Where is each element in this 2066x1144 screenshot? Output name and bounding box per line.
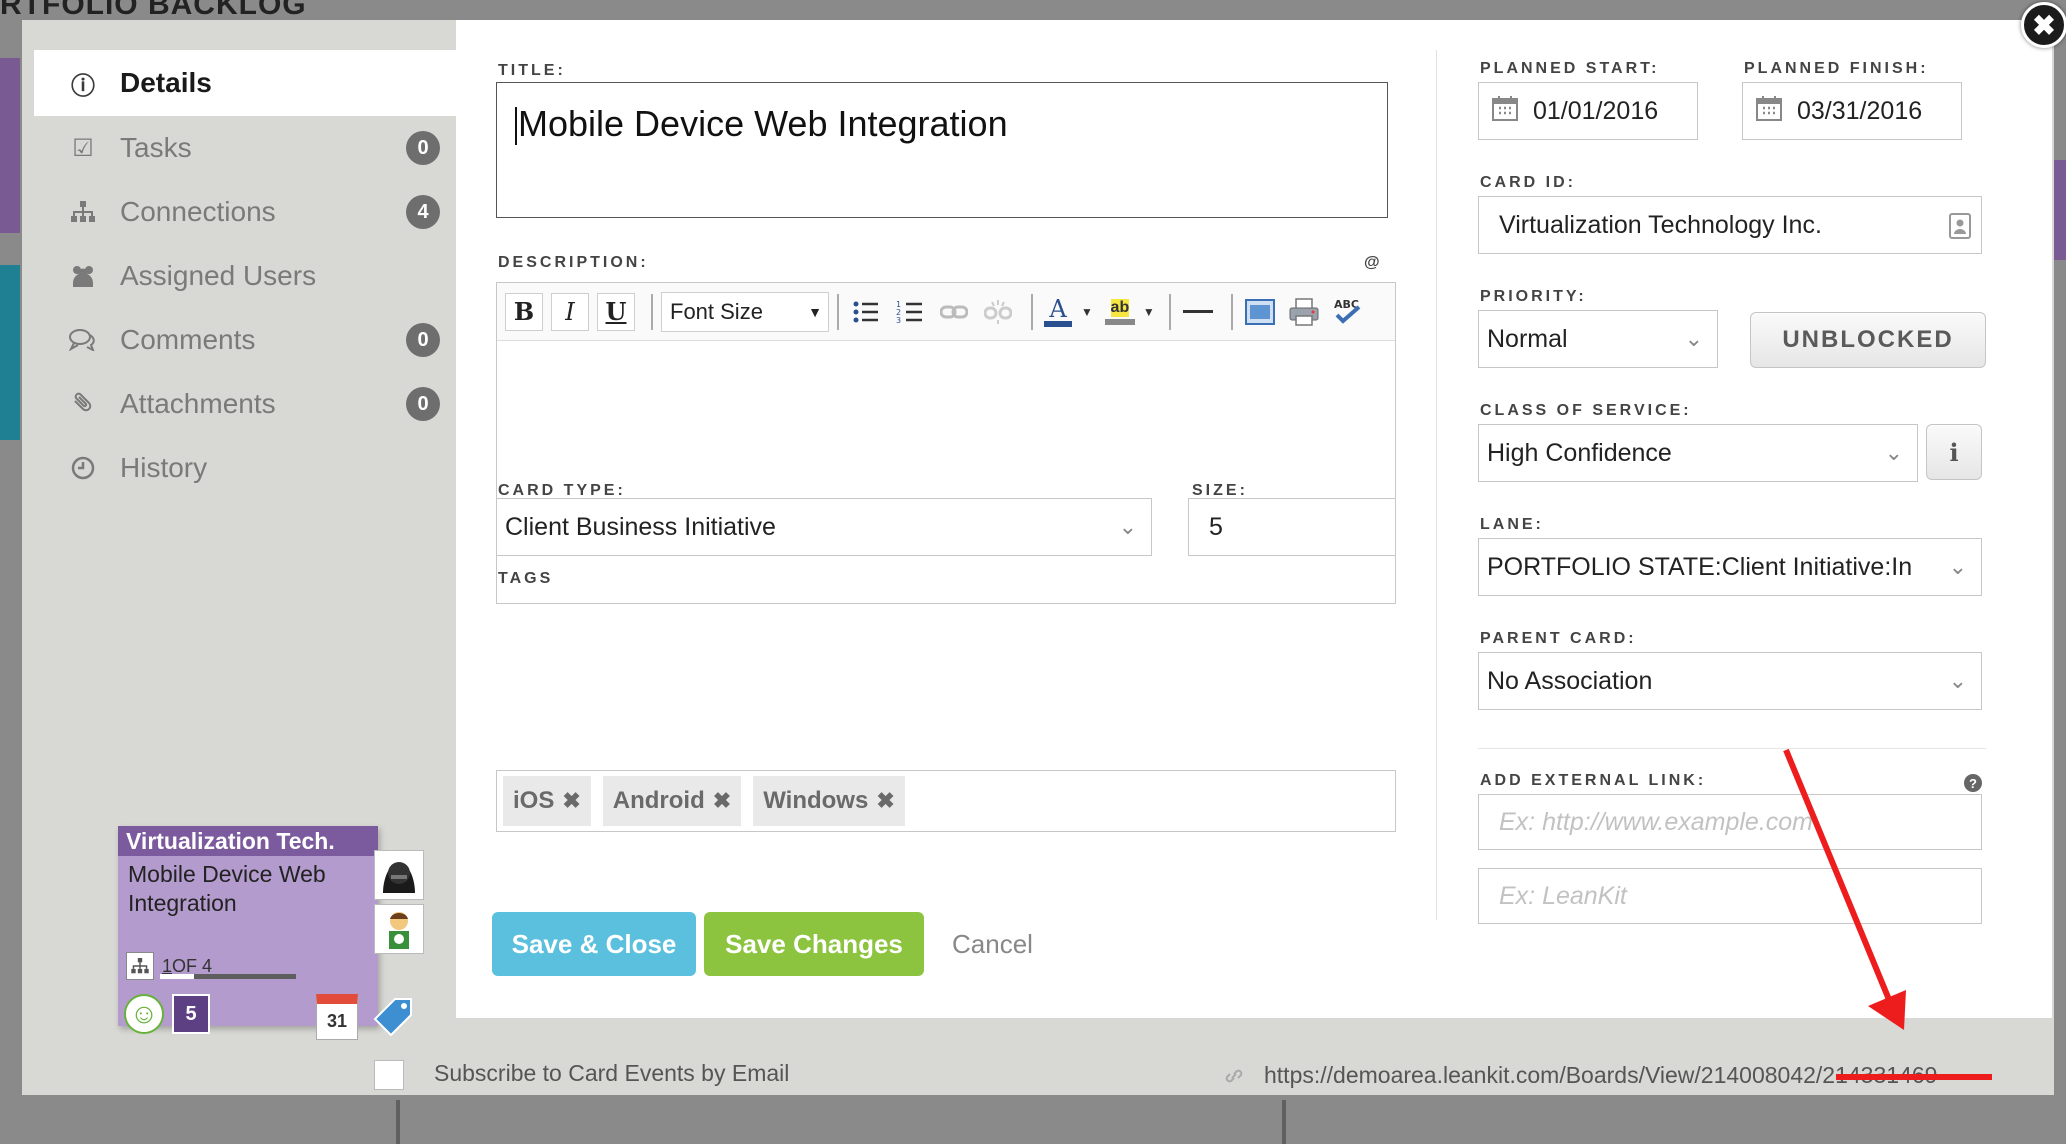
annotation-underline bbox=[1836, 1074, 1992, 1080]
annotation-arrow bbox=[1783, 748, 1906, 1030]
